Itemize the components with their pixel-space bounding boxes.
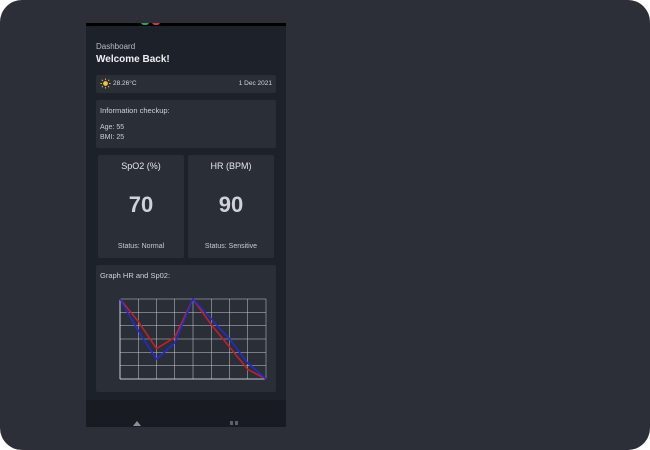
bottom-navbar xyxy=(86,400,286,427)
information-card: Information checkup: Age: 55 BMI: 25 xyxy=(96,100,276,148)
hr-card[interactable]: HR (BPM) 90 Status: Sensitive xyxy=(188,155,274,258)
hr-status: Status: Sensitive xyxy=(204,243,258,250)
breadcrumb: Dashboard xyxy=(96,42,136,51)
app-frame: Dashboard Welcome Back! 28.26°C 1 Dec 20… xyxy=(0,0,650,450)
spo2-title: SpO2 (%) xyxy=(121,161,161,171)
spo2-value: 70 xyxy=(128,192,154,217)
phone-screen: Dashboard Welcome Back! 28.26°C 1 Dec 20… xyxy=(86,23,286,427)
hr-spo2-chart xyxy=(119,298,267,380)
status-clock xyxy=(228,23,268,29)
spo2-card[interactable]: SpO2 (%) 70 Status: Normal xyxy=(98,155,184,258)
spo2-status: Status: Normal xyxy=(117,243,165,250)
hr-value: 90 xyxy=(218,192,244,217)
clock-glyph-icon xyxy=(228,23,268,25)
date-value: 1 Dec 2021 xyxy=(238,80,272,87)
grid-icon[interactable] xyxy=(229,420,239,426)
page-title: Welcome Back! xyxy=(96,54,170,65)
home-icon[interactable] xyxy=(132,420,142,426)
sun-icon xyxy=(100,78,111,89)
information-title: Information checkup: xyxy=(100,106,170,115)
status-indicators xyxy=(141,23,171,25)
temperature-value: 28.26°C xyxy=(113,80,137,87)
weather-card: 28.26°C 1 Dec 2021 xyxy=(96,75,276,93)
graph-card: Graph HR and Sp02: xyxy=(96,265,276,392)
bmi-value: BMI: 25 xyxy=(100,134,125,141)
age-value: Age: 55 xyxy=(100,124,125,131)
hr-title: HR (BPM) xyxy=(210,161,252,171)
